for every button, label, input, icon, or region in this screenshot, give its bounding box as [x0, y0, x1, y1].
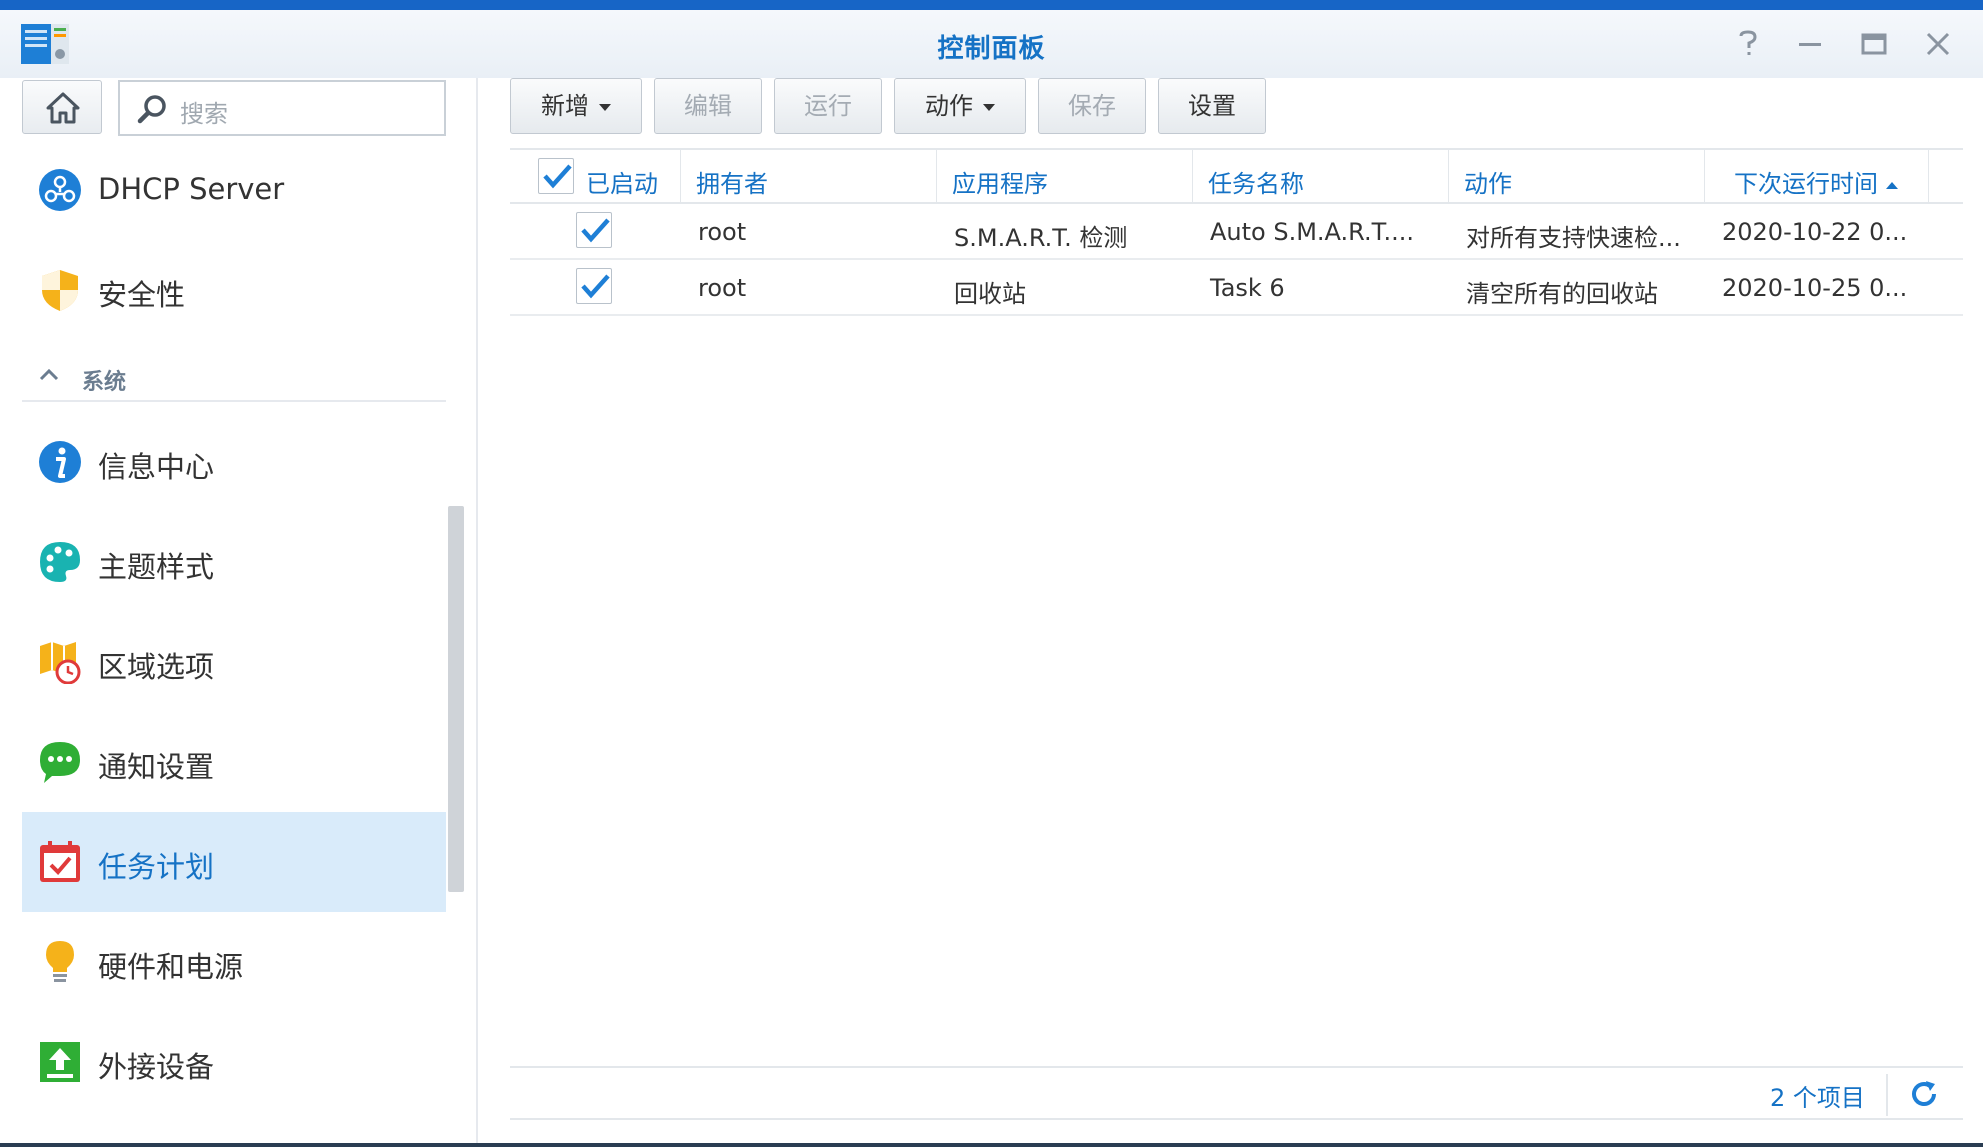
- sidebar: 搜索 DHCP Server 安全性 系统 信息中心 主题样式 区域选项 通知设…: [0, 78, 470, 1147]
- sidebar-item-label: 安全性: [98, 278, 186, 312]
- select-all-checkbox[interactable]: [538, 158, 574, 194]
- column-separator: [1448, 150, 1449, 204]
- cell-next-run: 2020-10-25 0...: [1722, 274, 1908, 302]
- item-count: 2 个项目: [1770, 1084, 1865, 1112]
- save-button-label: 保存: [1068, 92, 1116, 120]
- column-separator: [680, 150, 681, 204]
- sidebar-scrollbar[interactable]: [448, 506, 464, 892]
- add-button-label: 新增: [541, 92, 589, 120]
- settings-button[interactable]: 设置: [1158, 78, 1266, 134]
- next-run-header-label: 下次运行时间: [1734, 170, 1878, 198]
- cell-action: 对所有支持快速检...: [1466, 224, 1681, 252]
- shield-icon: [42, 270, 78, 311]
- cell-action: 清空所有的回收站: [1466, 280, 1658, 308]
- edit-button-label: 编辑: [684, 92, 732, 120]
- sidebar-item-info-center[interactable]: 信息中心: [22, 412, 446, 512]
- run-button-label: 运行: [804, 92, 852, 120]
- check-icon: [581, 218, 610, 243]
- footer-bottom-border: [510, 1118, 1963, 1120]
- column-header-owner[interactable]: 拥有者: [696, 164, 768, 199]
- sidebar-item-external-devices[interactable]: 外接设备: [22, 1012, 446, 1112]
- refresh-icon[interactable]: [1908, 1078, 1940, 1110]
- close-icon[interactable]: [1922, 28, 1954, 60]
- sidebar-item-notification[interactable]: 通知设置: [22, 712, 446, 812]
- sidebar-item-regional-options[interactable]: 区域选项: [22, 612, 446, 712]
- window-bottom-edge: [0, 1143, 1983, 1147]
- edit-button[interactable]: 编辑: [654, 78, 762, 134]
- save-button[interactable]: 保存: [1038, 78, 1146, 134]
- column-header-app[interactable]: 应用程序: [952, 164, 1048, 199]
- sidebar-item-task-scheduler[interactable]: 任务计划: [22, 812, 446, 912]
- sidebar-item-theme[interactable]: 主题样式: [22, 512, 446, 612]
- sidebar-item-label: 通知设置: [98, 750, 215, 784]
- run-button[interactable]: 运行: [774, 78, 882, 134]
- sidebar-item-label: 区域选项: [98, 650, 215, 684]
- chat-bubble-icon: [40, 742, 80, 783]
- maximize-icon[interactable]: [1858, 28, 1890, 60]
- action-button-label: 动作: [925, 92, 973, 120]
- sidebar-item-label: 任务计划: [98, 850, 215, 884]
- sidebar-item-dhcp-server[interactable]: DHCP Server: [22, 140, 446, 240]
- cell-app: 回收站: [954, 280, 1026, 308]
- chevron-up-icon: [38, 364, 60, 392]
- search-input[interactable]: 搜索: [118, 80, 446, 136]
- cell-app: S.M.A.R.T. 检测: [954, 224, 1128, 252]
- column-header-task-name[interactable]: 任务名称: [1208, 164, 1304, 199]
- window-top-accent: [0, 0, 1983, 10]
- cell-next-run: 2020-10-22 0...: [1722, 218, 1908, 246]
- control-panel-window: 控制面板 搜索 DHCP Server 安全性 系统 信息中心 主题样式 区域选…: [0, 0, 1983, 1147]
- column-header-action[interactable]: 动作: [1464, 164, 1512, 199]
- caret-down-icon: [599, 103, 611, 111]
- settings-button-label: 设置: [1188, 92, 1236, 120]
- minimize-icon[interactable]: [1794, 28, 1826, 60]
- check-icon: [543, 164, 572, 189]
- sidebar-item-label: DHCP Server: [98, 172, 285, 206]
- window-title: 控制面板: [937, 34, 1046, 64]
- cell-task-name: Task 6: [1210, 274, 1285, 302]
- footer-separator: [1886, 1074, 1888, 1116]
- column-header-next-run[interactable]: 下次运行时间: [1734, 164, 1898, 199]
- grid-header: 已启动 拥有者 应用程序 任务名称 动作 下次运行时间: [510, 148, 1963, 204]
- region-clock-icon: [40, 642, 81, 684]
- column-separator: [1192, 150, 1193, 204]
- table-row[interactable]: root S.M.A.R.T. 检测 Auto S.M.A.R.T.... 对所…: [510, 204, 1963, 260]
- home-button[interactable]: [22, 80, 102, 134]
- cell-owner: root: [698, 218, 747, 246]
- sort-ascending-icon: [1886, 181, 1898, 189]
- column-separator: [1704, 150, 1705, 204]
- dhcp-server-icon: [39, 169, 81, 211]
- sidebar-item-label: 主题样式: [98, 550, 215, 584]
- sidebar-item-hardware-power[interactable]: 硬件和电源: [22, 912, 446, 1012]
- cell-owner: root: [698, 274, 747, 302]
- sidebar-item-label: 外接设备: [98, 1050, 215, 1084]
- column-separator: [936, 150, 937, 204]
- column-header-enabled[interactable]: 已启动: [586, 164, 658, 199]
- caret-down-icon: [983, 103, 995, 111]
- footer-divider: [510, 1066, 1963, 1068]
- check-icon: [581, 274, 610, 299]
- row-enabled-checkbox[interactable]: [576, 212, 612, 248]
- search-icon: [137, 95, 166, 124]
- title-bar[interactable]: 控制面板: [0, 10, 1983, 78]
- column-separator: [1928, 150, 1929, 204]
- calendar-check-icon: [40, 841, 80, 882]
- lightbulb-icon: [46, 941, 74, 982]
- section-label: 系统: [82, 370, 127, 395]
- action-button[interactable]: 动作: [894, 78, 1026, 134]
- palette-icon: [40, 542, 80, 582]
- sidebar-item-label: 硬件和电源: [98, 950, 244, 984]
- search-placeholder: 搜索: [180, 100, 228, 128]
- section-header-system[interactable]: 系统: [22, 360, 446, 402]
- add-button[interactable]: 新增: [510, 78, 642, 134]
- row-enabled-checkbox[interactable]: [576, 268, 612, 304]
- cell-task-name: Auto S.M.A.R.T....: [1210, 218, 1414, 246]
- upload-icon: [40, 1042, 80, 1082]
- sidebar-item-security[interactable]: 安全性: [22, 240, 446, 340]
- home-icon: [46, 92, 80, 124]
- sidebar-divider: [476, 78, 478, 1147]
- help-icon[interactable]: [1732, 28, 1764, 60]
- table-row[interactable]: root 回收站 Task 6 清空所有的回收站 2020-10-25 0...: [510, 260, 1963, 316]
- info-icon: [39, 441, 81, 483]
- sidebar-item-label: 信息中心: [98, 450, 215, 484]
